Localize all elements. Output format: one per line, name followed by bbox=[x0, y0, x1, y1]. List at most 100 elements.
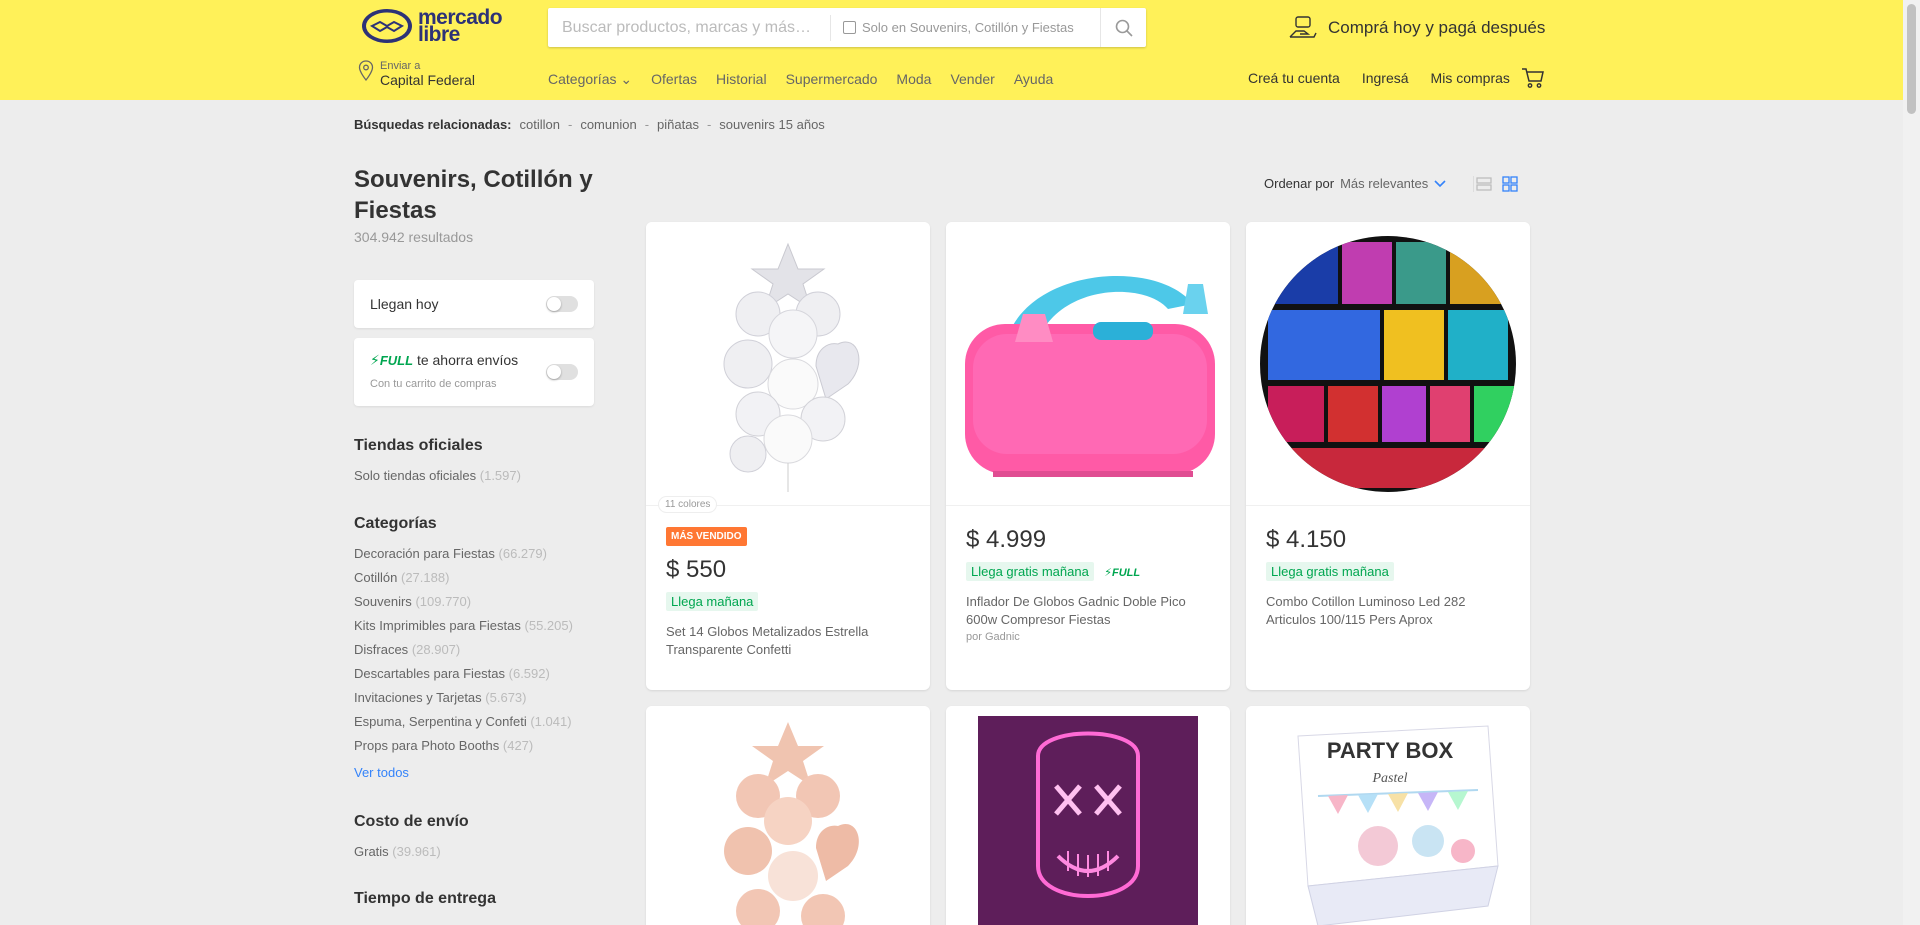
category-filter[interactable]: Souvenirs (109.770) bbox=[354, 594, 471, 609]
shipping-tag: Llega gratis mañana bbox=[1266, 562, 1394, 581]
category-filter[interactable]: Descartables para Fiestas (6.592) bbox=[354, 666, 550, 681]
payment-hand-icon bbox=[1289, 16, 1317, 38]
product-image[interactable] bbox=[646, 706, 930, 925]
handshake-logo-icon bbox=[362, 9, 412, 43]
product-title[interactable]: Combo Cotillon Luminoso Led 282 Articulo… bbox=[1266, 593, 1510, 629]
nav-historial[interactable]: Historial bbox=[716, 71, 767, 88]
category-filter[interactable]: Props para Photo Booths (427) bbox=[354, 738, 533, 753]
related-link[interactable]: souvenirs 15 años bbox=[719, 117, 825, 132]
separator-dot: - bbox=[644, 117, 650, 132]
official-stores-filter[interactable]: Solo tiendas oficiales (1.597) bbox=[354, 468, 521, 483]
separator-dot: - bbox=[567, 117, 573, 132]
product-card[interactable]: 11 colores MÁS VENDIDO $ 550 Llega mañan… bbox=[646, 222, 930, 690]
product-price: $ 550 bbox=[666, 556, 727, 583]
product-title[interactable]: Set 14 Globos Metalizados Estrella Trans… bbox=[666, 623, 910, 659]
promo-banner[interactable]: Comprá hoy y pagá después bbox=[1288, 15, 1545, 41]
see-all-categories-link[interactable]: Ver todos bbox=[354, 765, 409, 780]
product-title[interactable]: Inflador De Globos Gadnic Doble Pico 600… bbox=[966, 593, 1210, 629]
balloons-rose-gold-image bbox=[724, 721, 859, 925]
nav-vender[interactable]: Vender bbox=[950, 71, 994, 88]
seller-name: por Gadnic bbox=[966, 631, 1020, 643]
grid-view-icon[interactable] bbox=[1502, 176, 1518, 192]
color-options-tag: 11 colores bbox=[658, 496, 718, 513]
product-image[interactable] bbox=[1246, 222, 1530, 506]
lightning-icon: ⚡ bbox=[370, 352, 380, 368]
scrollbar-thumb[interactable] bbox=[1907, 4, 1916, 114]
category-filter[interactable]: Invitaciones y Tarjetas (5.673) bbox=[354, 690, 527, 705]
svg-text:Pastel: Pastel bbox=[1372, 771, 1408, 786]
main-nav: Categorías ⌄ Ofertas Historial Supermerc… bbox=[548, 71, 1053, 88]
shipping-tag: Llega gratis mañana bbox=[966, 562, 1094, 581]
location-value: Capital Federal bbox=[380, 72, 475, 88]
toggle-switch[interactable] bbox=[546, 296, 578, 312]
page-title: Souvenirs, Cotillón y Fiestas bbox=[354, 166, 593, 224]
led-party-kit-image bbox=[1260, 235, 1516, 492]
nav-moda[interactable]: Moda bbox=[896, 71, 931, 88]
product-card[interactable] bbox=[646, 706, 930, 925]
lightning-icon: ⚡ bbox=[1104, 567, 1112, 579]
product-card[interactable]: PARTY BOX Pastel bbox=[1246, 706, 1530, 925]
user-nav: Creá tu cuenta Ingresá Mis compras bbox=[1248, 70, 1510, 86]
led-mask-image bbox=[978, 715, 1198, 925]
shipping-location[interactable]: Enviar a Capital Federal bbox=[358, 60, 475, 88]
shipping-cost-title: Costo de envío bbox=[354, 813, 469, 830]
view-divider bbox=[1473, 176, 1474, 192]
full-badge: FULL bbox=[379, 353, 414, 368]
search-button[interactable] bbox=[1100, 8, 1146, 47]
shipping-tag: Llega mañana bbox=[666, 592, 759, 611]
free-shipping-filter[interactable]: Gratis (39.961) bbox=[354, 844, 441, 859]
separator-dot: - bbox=[706, 117, 712, 132]
nav-ayuda[interactable]: Ayuda bbox=[1014, 71, 1053, 88]
best-seller-badge: MÁS VENDIDO bbox=[666, 527, 747, 546]
svg-text:PARTY BOX: PARTY BOX bbox=[1327, 738, 1454, 763]
product-card[interactable] bbox=[946, 706, 1230, 925]
location-pin-icon bbox=[358, 60, 374, 82]
product-price: $ 4.999 bbox=[966, 526, 1047, 553]
nav-supermercado[interactable]: Supermercado bbox=[786, 71, 878, 88]
chevron-down-icon: ⌄ bbox=[620, 71, 633, 87]
category-filter[interactable]: Kits Imprimibles para Fiestas (55.205) bbox=[354, 618, 573, 633]
page-scrollbar[interactable] bbox=[1903, 0, 1920, 925]
product-price: $ 4.150 bbox=[1266, 526, 1347, 553]
product-image[interactable] bbox=[946, 706, 1230, 925]
sort-dropdown[interactable]: Ordenar por Más relevantes bbox=[1264, 176, 1446, 191]
nav-categorias[interactable]: Categorías ⌄ bbox=[548, 71, 632, 88]
results-count: 304.942 resultados bbox=[354, 229, 474, 245]
full-badge: ⚡FULL bbox=[1104, 567, 1141, 579]
login-link[interactable]: Ingresá bbox=[1362, 70, 1409, 86]
list-view-icon[interactable] bbox=[1476, 176, 1492, 192]
chevron-down-icon bbox=[1434, 179, 1446, 187]
filter-llegan-hoy[interactable]: Llegan hoy bbox=[354, 280, 594, 328]
related-link[interactable]: piñatas bbox=[657, 117, 699, 132]
product-image[interactable] bbox=[946, 222, 1230, 506]
my-purchases-link[interactable]: Mis compras bbox=[1431, 70, 1510, 86]
header-bar: mercado libre Solo en Souvenirs, Cotilló… bbox=[0, 0, 1920, 100]
search-input[interactable] bbox=[548, 8, 830, 47]
category-filter[interactable]: Espuma, Serpentina y Confeti (1.041) bbox=[354, 714, 572, 729]
category-filter[interactable]: Decoración para Fiestas (66.279) bbox=[354, 546, 547, 561]
mercadolibre-logo[interactable]: mercado libre bbox=[362, 6, 503, 46]
related-link[interactable]: comunion bbox=[580, 117, 636, 132]
toggle-switch[interactable] bbox=[546, 364, 578, 380]
cart-button[interactable] bbox=[1521, 67, 1545, 94]
search-bar: Solo en Souvenirs, Cotillón y Fiestas bbox=[548, 8, 1146, 47]
product-card[interactable]: $ 4.150 Llega gratis mañana Combo Cotill… bbox=[1246, 222, 1530, 690]
product-image[interactable]: 11 colores bbox=[646, 222, 930, 513]
create-account-link[interactable]: Creá tu cuenta bbox=[1248, 70, 1340, 86]
delivery-time-title: Tiempo de entrega bbox=[354, 890, 496, 907]
category-filter[interactable]: Disfraces (28.907) bbox=[354, 642, 460, 657]
logo-wordmark: mercado libre bbox=[418, 6, 503, 46]
related-link[interactable]: cotillon bbox=[520, 117, 560, 132]
balloon-inflator-image bbox=[965, 275, 1215, 477]
nav-ofertas[interactable]: Ofertas bbox=[651, 71, 697, 88]
category-filter[interactable]: Cotillón (27.188) bbox=[354, 570, 449, 585]
filter-full[interactable]: ⚡FULL te ahorra envíos Con tu carrito de… bbox=[354, 338, 594, 406]
party-box-image: PARTY BOX Pastel bbox=[1297, 724, 1499, 925]
product-card[interactable]: $ 4.999 Llega gratis mañana ⚡FULL Inflad… bbox=[946, 222, 1230, 690]
search-scope-checkbox[interactable]: Solo en Souvenirs, Cotillón y Fiestas bbox=[831, 20, 1100, 35]
view-toggle bbox=[1476, 176, 1518, 192]
balloons-silver-image bbox=[723, 242, 860, 492]
categories-title: Categorías bbox=[354, 515, 437, 532]
product-image[interactable]: PARTY BOX Pastel bbox=[1246, 706, 1530, 925]
checkbox-icon[interactable] bbox=[843, 21, 856, 34]
